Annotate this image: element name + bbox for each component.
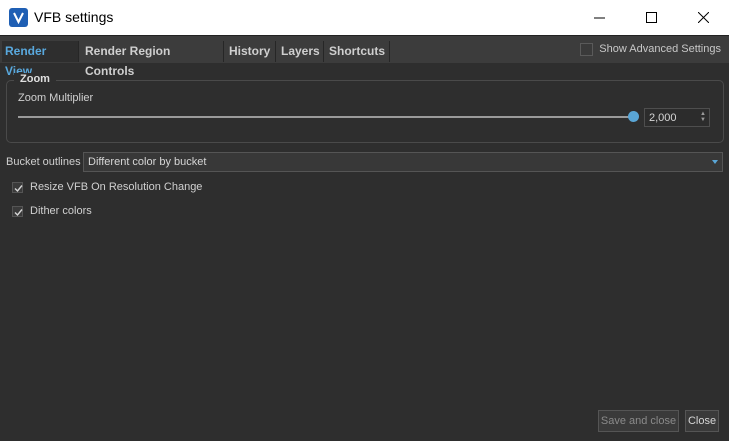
window-title: VFB settings bbox=[34, 9, 114, 25]
resize-vfb-checkbox[interactable] bbox=[12, 181, 23, 193]
show-advanced-settings[interactable]: Show Advanced Settings bbox=[580, 41, 721, 57]
title-bar: VFB settings bbox=[0, 0, 729, 35]
zoom-slider-track[interactable] bbox=[18, 116, 635, 118]
save-and-close-button[interactable]: Save and close bbox=[598, 410, 679, 432]
tab-history[interactable]: History bbox=[226, 41, 276, 62]
maximize-icon bbox=[645, 12, 657, 23]
tab-render-view[interactable]: Render View bbox=[2, 41, 79, 78]
bucket-outlines-label: Bucket outlines bbox=[6, 156, 81, 168]
tab-layers[interactable]: Layers bbox=[278, 41, 324, 62]
spin-arrows-icon[interactable]: ▲ ▼ bbox=[700, 111, 706, 123]
zoom-multiplier-spinbox[interactable]: 2,000 ▲ ▼ bbox=[644, 108, 710, 127]
dither-colors-row[interactable]: Dither colors bbox=[12, 204, 92, 218]
vray-logo-icon bbox=[9, 8, 28, 27]
checkmark-icon bbox=[14, 208, 23, 216]
zoom-slider-handle[interactable] bbox=[628, 111, 639, 122]
tab-shortcuts[interactable]: Shortcuts bbox=[326, 41, 390, 62]
dither-colors-checkbox[interactable] bbox=[12, 205, 23, 217]
tab-render-region-controls[interactable]: Render Region Controls bbox=[82, 41, 224, 78]
chevron-down-icon bbox=[712, 160, 718, 164]
zoom-value: 2,000 bbox=[649, 112, 677, 124]
checkmark-icon bbox=[14, 184, 23, 192]
show-advanced-checkbox[interactable] bbox=[580, 42, 594, 56]
close-window-button[interactable] bbox=[677, 0, 729, 35]
resize-vfb-row[interactable]: Resize VFB On Resolution Change bbox=[12, 180, 202, 194]
close-button[interactable]: Close bbox=[685, 410, 719, 432]
dither-colors-label: Dither colors bbox=[30, 205, 92, 217]
zoom-group bbox=[6, 80, 724, 143]
close-icon bbox=[697, 12, 709, 23]
zoom-multiplier-label: Zoom Multiplier bbox=[18, 92, 94, 104]
bucket-outlines-dropdown[interactable]: Different color by bucket bbox=[83, 152, 723, 172]
show-advanced-label: Show Advanced Settings bbox=[599, 43, 721, 55]
minimize-icon bbox=[593, 17, 605, 19]
minimize-button[interactable] bbox=[573, 0, 625, 35]
zoom-group-title: Zoom bbox=[14, 73, 56, 85]
resize-vfb-label: Resize VFB On Resolution Change bbox=[30, 181, 203, 193]
maximize-button[interactable] bbox=[625, 0, 677, 35]
bucket-outlines-value: Different color by bucket bbox=[88, 156, 207, 168]
